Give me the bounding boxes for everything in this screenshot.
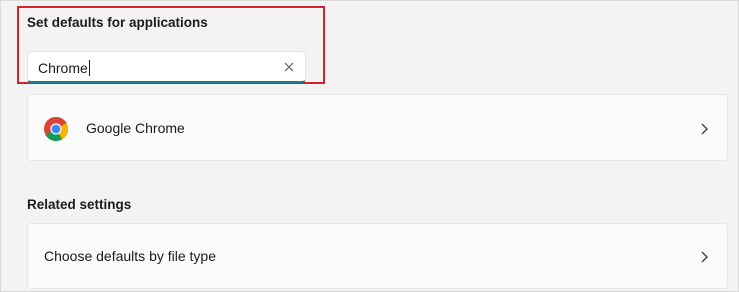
- set-defaults-heading: Set defaults for applications: [27, 15, 208, 30]
- text-caret: [88, 60, 90, 76]
- chevron-right-icon: [701, 123, 708, 135]
- app-result-google-chrome[interactable]: Google Chrome: [27, 94, 728, 161]
- chevron-right-icon: [701, 251, 708, 263]
- app-result-label: Google Chrome: [86, 120, 185, 136]
- chrome-logo-icon: [44, 116, 69, 142]
- app-search-input[interactable]: Chrome: [27, 51, 306, 83]
- clear-search-button[interactable]: [279, 57, 299, 77]
- related-settings-heading: Related settings: [27, 197, 132, 212]
- search-input-value[interactable]: Chrome: [38, 60, 90, 76]
- choose-defaults-by-file-type-link[interactable]: Choose defaults by file type: [27, 223, 728, 289]
- close-icon: [284, 62, 294, 72]
- related-setting-label: Choose defaults by file type: [44, 248, 216, 264]
